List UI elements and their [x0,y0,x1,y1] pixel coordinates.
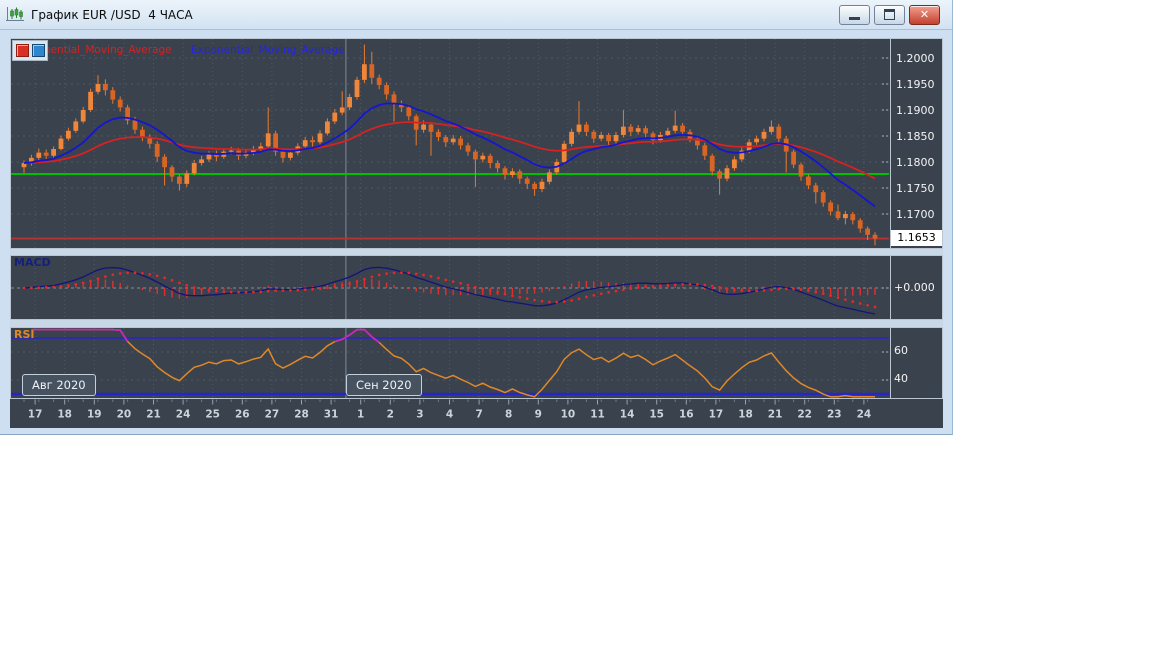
month-badge-sep: Сен 2020 [346,374,422,396]
ema-red-swatch-button[interactable] [15,44,29,57]
macd-label: MACD [14,256,51,269]
desktop: { "window": { "title": "График EUR /USD … [0,0,1152,648]
minimize-button[interactable] [839,4,870,25]
minimize-icon [849,17,860,20]
candlestick-chart-icon [6,7,24,21]
window-controls: ✕ [839,4,946,25]
ema-blue-swatch-button[interactable] [31,44,45,57]
indicator-buttons [12,40,48,61]
price-scale[interactable] [891,38,943,399]
restore-button[interactable] [874,4,905,25]
ema-blue-label: Exponential_Moving_Average [191,44,345,56]
chart-canvas[interactable]: 1.20001.19501.19001.18501.18001.17501.17… [10,38,943,428]
rsi-label: RSI [14,328,35,341]
window-title: График EUR /USD 4 ЧАСА [31,7,193,22]
time-scale[interactable] [10,399,890,428]
restore-icon [884,9,895,20]
chart-window: График EUR /USD 4 ЧАСА ✕ 1.2000 1.1950 1.1… [0,0,953,435]
chart-area[interactable]: 1.2000 1.1950 1.1900 1.1850 1.1800 1.1750 1.17… [10,38,943,428]
close-button[interactable]: ✕ [909,4,940,25]
month-badge-aug: Авг 2020 [22,374,96,396]
titlebar[interactable]: График EUR /USD 4 ЧАСА ✕ [0,0,952,30]
